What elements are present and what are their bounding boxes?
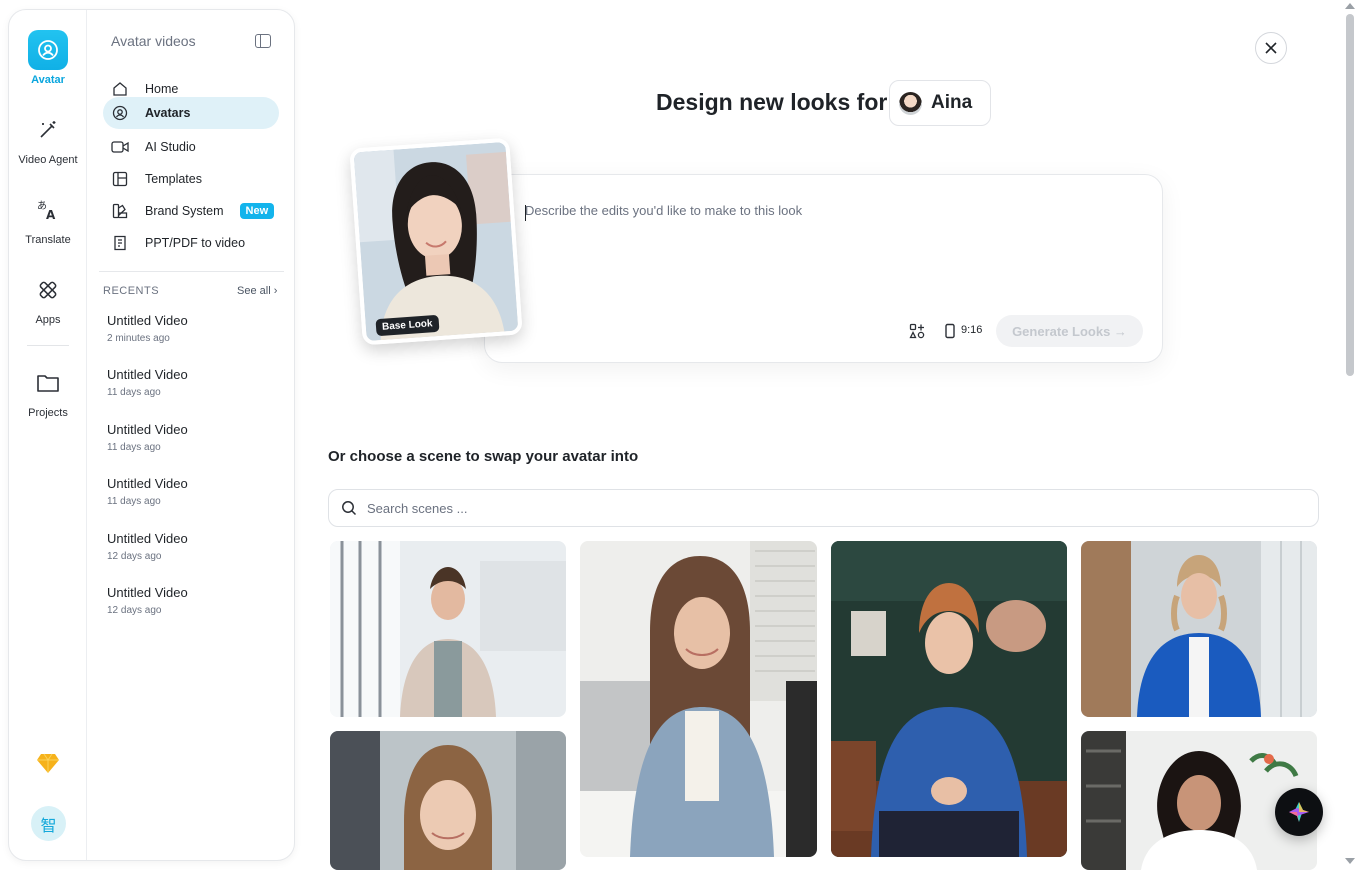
scroll-down-arrow-icon[interactable] bbox=[1345, 858, 1355, 864]
recent-item[interactable]: Untitled Video 12 days ago bbox=[107, 531, 188, 562]
document-icon bbox=[111, 234, 129, 252]
recent-title: Untitled Video bbox=[107, 585, 188, 600]
apps-icon bbox=[28, 270, 68, 310]
translate-icon: あA bbox=[28, 190, 68, 230]
rail-label: Video Agent bbox=[18, 154, 78, 166]
svg-text:A: A bbox=[46, 208, 56, 222]
app-window: Avatar Video Agent あA Translate Apps Pro… bbox=[0, 0, 1358, 870]
recent-time: 11 days ago bbox=[107, 387, 161, 398]
recent-time: 11 days ago bbox=[107, 496, 161, 507]
palette-icon bbox=[111, 202, 129, 220]
rail-item-avatar[interactable]: Avatar bbox=[9, 30, 87, 86]
user-avatar[interactable]: 智 bbox=[31, 806, 66, 841]
icon-rail: Avatar Video Agent あA Translate Apps Pro… bbox=[9, 10, 87, 860]
rail-divider bbox=[27, 345, 69, 346]
nav-label: PPT/PDF to video bbox=[145, 236, 246, 250]
recent-time: 12 days ago bbox=[107, 605, 162, 616]
new-badge: New bbox=[239, 203, 275, 219]
scene-lounge-image bbox=[831, 541, 1067, 857]
recent-title: Untitled Video bbox=[107, 367, 188, 382]
close-icon bbox=[1265, 42, 1277, 54]
scene-corporate-image bbox=[1081, 541, 1317, 717]
recent-title: Untitled Video bbox=[107, 422, 188, 437]
recent-item[interactable]: Untitled Video 11 days ago bbox=[107, 422, 188, 453]
close-button[interactable] bbox=[1255, 32, 1287, 64]
search-icon bbox=[342, 501, 357, 516]
panel-divider bbox=[99, 271, 284, 272]
nav-panel: Avatar videos Home Avatars AI Studio Tem… bbox=[88, 10, 294, 860]
rail-item-video-agent[interactable]: Video Agent bbox=[9, 110, 87, 166]
nav-label: AI Studio bbox=[145, 140, 196, 154]
recent-item[interactable]: Untitled Video 2 minutes ago bbox=[107, 313, 188, 344]
sidebar: Avatar Video Agent あA Translate Apps Pro… bbox=[8, 9, 295, 861]
collapse-sidebar-button[interactable] bbox=[255, 34, 271, 48]
nav-label: Templates bbox=[145, 172, 202, 186]
scrollbar[interactable] bbox=[1346, 14, 1354, 376]
rail-item-translate[interactable]: あA Translate bbox=[9, 190, 87, 246]
nav-item-avatars[interactable]: Avatars bbox=[103, 97, 279, 129]
nav-item-brand-system[interactable]: Brand System New bbox=[103, 195, 279, 227]
scene-home-desk-image bbox=[580, 541, 817, 857]
recent-time: 11 days ago bbox=[107, 442, 161, 453]
rail-label: Translate bbox=[25, 234, 71, 246]
base-look-image bbox=[349, 137, 523, 346]
prompt-card: 9:16 Generate Looks → bbox=[484, 174, 1163, 363]
scene-card[interactable] bbox=[831, 541, 1067, 857]
assistant-button[interactable] bbox=[1275, 788, 1323, 836]
avatar-thumbnail bbox=[899, 91, 922, 115]
scene-office-window-image bbox=[330, 541, 566, 717]
text-caret bbox=[525, 205, 526, 221]
see-all-link[interactable]: See all › bbox=[237, 285, 277, 297]
diamond-icon[interactable] bbox=[36, 752, 60, 774]
avatar-selector[interactable]: Aina bbox=[889, 80, 991, 126]
home-icon bbox=[111, 80, 129, 98]
nav-label: Brand System bbox=[145, 204, 224, 218]
recent-time: 2 minutes ago bbox=[107, 333, 170, 344]
scene-interior-image bbox=[330, 731, 566, 870]
panel-title: Avatar videos bbox=[111, 33, 196, 49]
scene-card[interactable] bbox=[580, 541, 817, 857]
avatar-circle-icon bbox=[111, 104, 129, 122]
video-camera-icon bbox=[111, 138, 129, 156]
generate-looks-button[interactable]: Generate Looks → bbox=[996, 315, 1143, 347]
recent-item[interactable]: Untitled Video 11 days ago bbox=[107, 367, 188, 398]
recents-label: RECENTS bbox=[103, 285, 160, 297]
scene-elements-icon[interactable] bbox=[909, 323, 925, 339]
templates-icon bbox=[111, 170, 129, 188]
nav-item-templates[interactable]: Templates bbox=[103, 163, 279, 195]
recent-title: Untitled Video bbox=[107, 313, 188, 328]
scenes-section-title: Or choose a scene to swap your avatar in… bbox=[328, 448, 639, 465]
aspect-ratio-label[interactable]: 9:16 bbox=[961, 324, 982, 336]
magic-wand-icon bbox=[28, 110, 68, 150]
scroll-up-arrow-icon[interactable] bbox=[1345, 3, 1355, 9]
phone-portrait-icon[interactable] bbox=[942, 323, 958, 339]
scene-card[interactable] bbox=[1081, 541, 1317, 717]
scene-search-input[interactable] bbox=[367, 500, 1267, 516]
recent-time: 12 days ago bbox=[107, 551, 162, 562]
folder-icon bbox=[28, 363, 68, 403]
rail-label: Avatar bbox=[31, 74, 65, 86]
recent-item[interactable]: Untitled Video 12 days ago bbox=[107, 585, 188, 616]
nav-label: Home bbox=[145, 82, 179, 96]
nav-item-ai-studio[interactable]: AI Studio bbox=[103, 131, 279, 163]
scene-search[interactable] bbox=[328, 489, 1319, 527]
rail-item-projects[interactable]: Projects bbox=[9, 363, 87, 419]
scene-card[interactable] bbox=[330, 541, 566, 717]
avatar-icon bbox=[28, 30, 68, 70]
rail-item-apps[interactable]: Apps bbox=[9, 270, 87, 326]
avatar-name: Aina bbox=[931, 92, 973, 113]
recent-item[interactable]: Untitled Video 11 days ago bbox=[107, 476, 188, 507]
scene-card[interactable] bbox=[330, 731, 566, 870]
nav-item-ppt-pdf[interactable]: PPT/PDF to video bbox=[103, 227, 279, 259]
page-title: Design new looks for bbox=[656, 89, 888, 115]
assistant-icon bbox=[1289, 802, 1309, 822]
recent-title: Untitled Video bbox=[107, 531, 188, 546]
prompt-input[interactable] bbox=[525, 203, 1125, 218]
rail-label: Apps bbox=[35, 314, 61, 326]
nav-label: Avatars bbox=[145, 106, 191, 120]
rail-label: Projects bbox=[28, 407, 68, 419]
recent-title: Untitled Video bbox=[107, 476, 188, 491]
